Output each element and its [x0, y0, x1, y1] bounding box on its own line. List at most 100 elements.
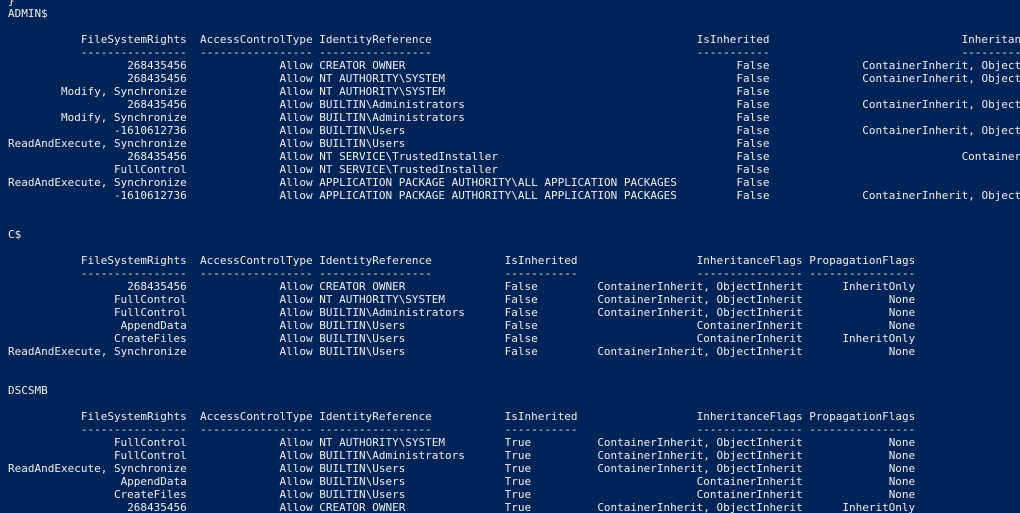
table-row: CreateFiles Allow BUILTIN\Users False Contai… — [8, 332, 1020, 345]
cell: APPLICATION PACKAGE AUTHORITY\ALL APPLIC… — [319, 176, 677, 189]
cell: -1610612736 — [113, 189, 187, 202]
script-brace: } — [8, 0, 15, 7]
table-header: FileSystemRights AccessControlType Identit… — [8, 254, 1020, 267]
cell: ---------------- — [696, 267, 803, 280]
cell: False — [736, 176, 770, 189]
cell: NT SERVICE\TrustedInstaller — [319, 163, 499, 176]
share-name: C$ — [8, 228, 22, 241]
cell: ----------- — [504, 267, 578, 280]
cell: BUILTIN\Users — [319, 332, 406, 345]
cell: None — [888, 449, 916, 462]
cell: True — [504, 475, 532, 488]
cell: ----------- — [504, 423, 578, 436]
cell: InheritOnly — [842, 332, 916, 345]
cell: BUILTIN\Users — [319, 475, 406, 488]
powershell-console[interactable]: } ADMIN$ FileSystemRights AccessControlTyp… — [0, 0, 1020, 513]
cell: False — [504, 345, 538, 358]
cell: True — [504, 501, 532, 513]
cell: False — [736, 59, 770, 72]
cell: 268435456 — [127, 72, 187, 85]
cell: Allow — [279, 280, 313, 293]
cell: Allow — [279, 501, 313, 513]
cell: Allow — [279, 189, 313, 202]
cell: Modify, Synchronize — [60, 85, 187, 98]
cell: BUILTIN\Users — [319, 319, 406, 332]
cell: True — [504, 449, 532, 462]
cell: IdentityReference — [319, 33, 432, 46]
cell: False — [736, 150, 770, 163]
cell: AppendData — [120, 475, 187, 488]
cell: FileSystemRights — [80, 254, 187, 267]
table-header: FileSystemRights AccessControlType Identit… — [8, 33, 1020, 46]
cell: Allow — [279, 306, 313, 319]
share-name: DSCSMB — [8, 384, 48, 397]
cell: Allow — [279, 332, 313, 345]
cell: InheritOnly — [842, 280, 916, 293]
cell: Allow — [279, 137, 313, 150]
cell: ---------------- — [696, 423, 803, 436]
share-name: ADMIN$ — [8, 7, 48, 20]
cell: BUILTIN\Users — [319, 345, 406, 358]
table-row: 268435456 Allow CREATOR OWNER False Containe… — [8, 280, 1020, 293]
table-row: FullControl Allow NT AUTHORITY\SYSTEM True C… — [8, 436, 1020, 449]
cell: ContainerInh — [961, 150, 1020, 163]
cell: False — [736, 98, 770, 111]
cell: CREATOR OWNER — [319, 501, 406, 513]
cell: Allow — [279, 59, 313, 72]
cell: AppendData — [120, 319, 187, 332]
cell: AccessControlType — [200, 410, 313, 423]
cell: FullControl — [113, 306, 187, 319]
cell: NT AUTHORITY\SYSTEM — [319, 293, 446, 306]
cell: ContainerInherit, ObjectInh — [862, 124, 1020, 137]
table-row: FullControl Allow BUILTIN\Administrators Tr… — [8, 449, 1020, 462]
cell: ReadAndExecute, Synchronize — [8, 345, 187, 358]
cell: CREATOR OWNER — [319, 280, 406, 293]
cell: BUILTIN\Administrators — [319, 98, 465, 111]
cell: BUILTIN\Users — [319, 137, 406, 150]
cell: ----------------- — [319, 423, 432, 436]
table-row: ReadAndExecute, Synchronize Allow BUILTIN\… — [8, 462, 1020, 475]
table-row: AppendData Allow BUILTIN\Users True Containe… — [8, 475, 1020, 488]
cell: False — [504, 306, 538, 319]
table-row: AppendData Allow BUILTIN\Users False Contain… — [8, 319, 1020, 332]
cell: ---------------- — [80, 267, 187, 280]
cell: 268435456 — [127, 150, 187, 163]
cell: ---------------- — [809, 267, 916, 280]
cell: Modify, Synchronize — [60, 111, 187, 124]
cell: -1610612736 — [113, 124, 187, 137]
cell: ContainerInherit, ObjectInherit — [597, 293, 803, 306]
cell: Allow — [279, 124, 313, 137]
cell: CREATOR OWNER — [319, 59, 406, 72]
cell: Allow — [279, 293, 313, 306]
cell: IdentityReference — [319, 254, 432, 267]
cell: ----------------- — [200, 423, 313, 436]
table-row: 268435456 Allow NT AUTHORITY\SYSTEM False Co… — [8, 72, 1020, 85]
cell: False — [504, 280, 538, 293]
cell: NT AUTHORITY\SYSTEM — [319, 72, 446, 85]
cell: FileSystemRights — [80, 33, 187, 46]
cell: Allow — [279, 449, 313, 462]
cell: ContainerInherit, ObjectInherit — [597, 306, 803, 319]
cell: ----------------- — [200, 267, 313, 280]
cell: BUILTIN\Administrators — [319, 449, 465, 462]
table-row: Modify, Synchronize Allow BUILTIN\Administ… — [8, 111, 1020, 124]
cell: NT AUTHORITY\SYSTEM — [319, 436, 446, 449]
cell: None — [888, 488, 916, 501]
cell: ContainerInherit, ObjectInh — [862, 59, 1020, 72]
cell: False — [504, 293, 538, 306]
cell: None — [888, 462, 916, 475]
cell: True — [504, 436, 532, 449]
cell: False — [504, 319, 538, 332]
cell: ReadAndExecute, Synchronize — [8, 462, 187, 475]
table-row: 268435456 Allow CREATOR OWNER False Containe… — [8, 59, 1020, 72]
cell: False — [736, 111, 770, 124]
cell: FullControl — [113, 436, 187, 449]
cell: ContainerInherit, ObjectInh — [862, 72, 1020, 85]
cell: FileSystemRights — [80, 410, 187, 423]
cell: FullControl — [113, 293, 187, 306]
